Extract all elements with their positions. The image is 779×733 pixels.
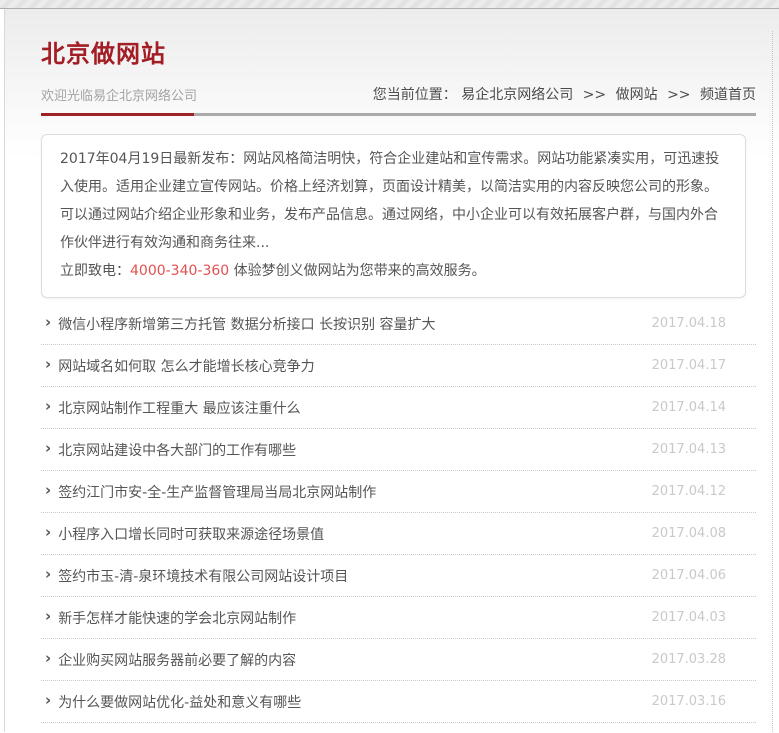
article-row: › 签约市联-硕光电北京网站制作项目 2017.03.13: [41, 723, 756, 733]
page-title: 北京做网站: [41, 34, 755, 69]
arrow-right-icon: ›: [45, 399, 51, 414]
article-date: 2017.04.14: [652, 400, 726, 415]
article-title-link[interactable]: 北京网站建设中各大部门的工作有哪些: [58, 440, 651, 460]
header-divider: [41, 113, 756, 116]
article-list: › 微信小程序新增第三方托管 数据分析接口 长按识别 容量扩大 2017.04.…: [41, 303, 756, 733]
breadcrumb-separator: >>: [667, 87, 690, 103]
notice-call-line: 立即致电：4000-340-360 体验梦创义做网站为您带来的高效服务。: [60, 257, 725, 285]
call-prefix: 立即致电：: [60, 263, 130, 279]
article-title-link[interactable]: 微信小程序新增第三方托管 数据分析接口 长按识别 容量扩大: [58, 314, 651, 334]
welcome-text: 欢迎光临易企北京网络公司: [41, 85, 197, 104]
article-row: › 北京网站制作工程重大 最应该注重什么 2017.04.14: [41, 387, 756, 429]
arrow-right-icon: ›: [45, 357, 51, 372]
breadcrumb-separator: >>: [583, 87, 606, 103]
article-title-link[interactable]: 签约江门市安-全-生产监督管理局当局北京网站制作: [58, 482, 651, 502]
notice-text: 2017年04月19日最新发布：网站风格简洁明快，符合企业建站和宣传需求。网站功…: [60, 145, 725, 257]
article-date: 2017.04.03: [652, 610, 726, 625]
article-row: › 企业购买网站服务器前必要了解的内容 2017.03.28: [41, 639, 756, 681]
article-row: › 为什么要做网站优化-益处和意义有哪些 2017.03.16: [41, 681, 756, 723]
breadcrumb-link-channel[interactable]: 做网站: [616, 87, 658, 103]
arrow-right-icon: ›: [45, 315, 51, 330]
article-date: 2017.04.18: [652, 316, 726, 331]
top-border-bar: [0, 0, 779, 9]
breadcrumb-link-home[interactable]: 频道首页: [700, 87, 756, 103]
page-header: 北京做网站 欢迎光临易企北京网络公司 您当前位置： 易企北京网络公司 >> 做网…: [5, 9, 779, 116]
article-date: 2017.04.06: [652, 568, 726, 583]
arrow-right-icon: ›: [45, 693, 51, 708]
article-row: › 签约江门市安-全-生产监督管理局当局北京网站制作 2017.04.12: [41, 471, 756, 513]
notice-box: 2017年04月19日最新发布：网站风格简洁明快，符合企业建站和宣传需求。网站功…: [41, 134, 746, 298]
article-row: › 签约市玉-清-泉环境技术有限公司网站设计项目 2017.04.06: [41, 555, 756, 597]
article-row: › 新手怎样才能快速的学会北京网站制作 2017.04.03: [41, 597, 756, 639]
arrow-right-icon: ›: [45, 567, 51, 582]
breadcrumb: 您当前位置： 易企北京网络公司 >> 做网站 >> 频道首页: [373, 84, 756, 104]
article-date: 2017.04.13: [652, 442, 726, 457]
breadcrumb-link-company[interactable]: 易企北京网络公司: [461, 87, 573, 103]
article-date: 2017.03.28: [652, 652, 726, 667]
arrow-right-icon: ›: [45, 525, 51, 540]
header-divider-accent: [41, 113, 194, 116]
arrow-right-icon: ›: [45, 651, 51, 666]
article-row: › 小程序入口增长同时可获取来源途径场景值 2017.04.08: [41, 513, 756, 555]
article-date: 2017.03.16: [652, 694, 726, 709]
header-row: 欢迎光临易企北京网络公司 您当前位置： 易企北京网络公司 >> 做网站 >> 频…: [41, 84, 756, 104]
article-title-link[interactable]: 企业购买网站服务器前必要了解的内容: [58, 650, 651, 670]
arrow-right-icon: ›: [45, 441, 51, 456]
article-date: 2017.04.12: [652, 484, 726, 499]
article-title-link[interactable]: 北京网站制作工程重大 最应该注重什么: [58, 398, 651, 418]
phone-number: 4000-340-360: [130, 263, 229, 279]
breadcrumb-prefix: 您当前位置：: [373, 87, 457, 103]
article-title-link[interactable]: 新手怎样才能快速的学会北京网站制作: [58, 608, 651, 628]
article-row: › 北京网站建设中各大部门的工作有哪些 2017.04.13: [41, 429, 756, 471]
article-row: › 微信小程序新增第三方托管 数据分析接口 长按识别 容量扩大 2017.04.…: [41, 303, 756, 345]
article-title-link[interactable]: 为什么要做网站优化-益处和意义有哪些: [58, 692, 651, 712]
article-title-link[interactable]: 小程序入口增长同时可获取来源途径场景值: [58, 524, 651, 544]
article-row: › 网站域名如何取 怎么才能增长核心竞争力 2017.04.17: [41, 345, 756, 387]
call-suffix: 体验梦创义做网站为您带来的高效服务。: [229, 263, 485, 279]
arrow-right-icon: ›: [45, 609, 51, 624]
article-date: 2017.04.08: [652, 526, 726, 541]
article-title-link[interactable]: 签约市玉-清-泉环境技术有限公司网站设计项目: [58, 566, 651, 586]
article-title-link[interactable]: 网站域名如何取 怎么才能增长核心竞争力: [58, 356, 651, 376]
content-area: 北京做网站 欢迎光临易企北京网络公司 您当前位置： 易企北京网络公司 >> 做网…: [4, 9, 779, 732]
arrow-right-icon: ›: [45, 483, 51, 498]
article-date: 2017.04.17: [652, 358, 726, 373]
